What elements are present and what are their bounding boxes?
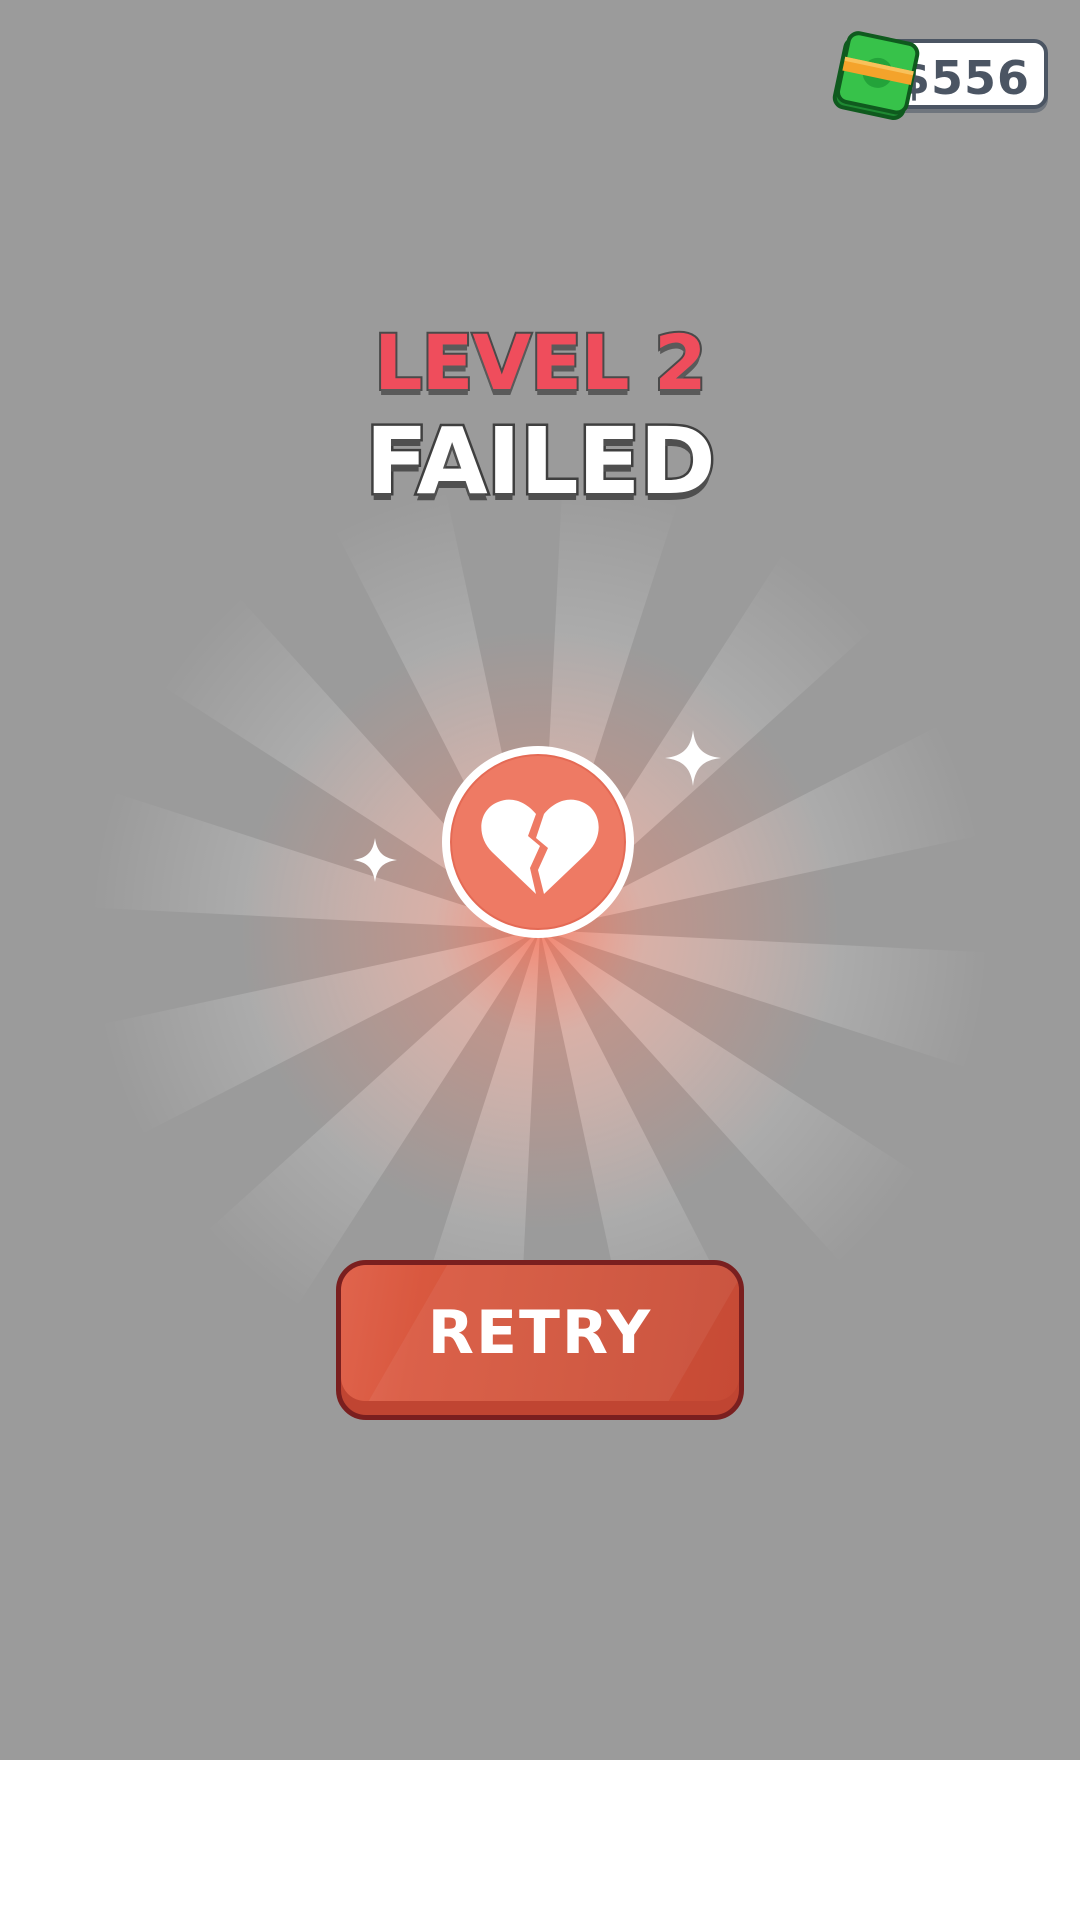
cash-stack-icon <box>832 31 920 120</box>
sparkle-icon <box>665 730 721 786</box>
level-title: LEVEL 2 <box>372 316 709 409</box>
failed-title: FAILED <box>363 407 719 516</box>
retry-label: RETRY <box>427 1298 653 1368</box>
retry-button[interactable]: RETRY <box>336 1260 744 1420</box>
broken-heart-icon <box>442 746 634 938</box>
game-screen: LEVEL 2 FAILED $556 RETRY <box>0 0 1080 1760</box>
sparkle-icon <box>353 838 397 882</box>
currency-counter: $556 <box>830 30 1052 120</box>
bottom-area <box>0 1760 1080 1920</box>
